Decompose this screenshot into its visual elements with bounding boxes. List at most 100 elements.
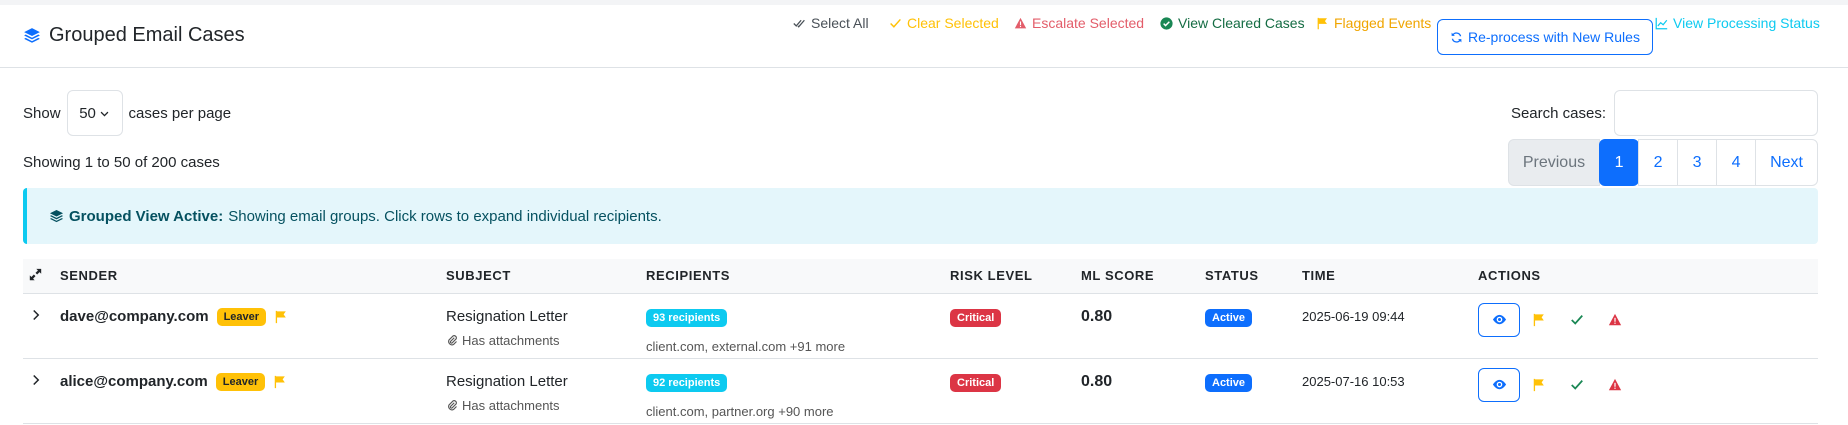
per-page-select[interactable]: 50 [66, 90, 123, 136]
actions-cell [1478, 358, 1818, 423]
recipients-list: client.com, partner.org +90 more [646, 403, 834, 419]
column-header-risk[interactable]: RISK LEVEL [950, 259, 1081, 293]
check-circle-icon [1160, 16, 1173, 30]
chart-line-icon [1655, 17, 1668, 29]
score-cell: 0.80 [1081, 358, 1205, 423]
status-cell: Active [1205, 358, 1302, 423]
time-cell: 2025-07-16 10:53 [1302, 358, 1478, 423]
risk-badge: Critical [950, 308, 1002, 327]
layers-icon [24, 27, 40, 43]
expand-cell[interactable] [23, 358, 60, 423]
card-header: Grouped Email Cases Select All Clear Sel… [0, 5, 1848, 68]
attachment-text: Has attachments [462, 332, 560, 348]
flagged-events-button[interactable]: Flagged Events [1316, 5, 1431, 41]
reprocess-label: Re-process with New Rules [1468, 29, 1640, 45]
check-icon [1571, 314, 1583, 325]
page-button-3[interactable]: 3 [1677, 139, 1718, 186]
leaver-badge: Leaver [216, 307, 267, 326]
subject-cell: Resignation Letter Has attachments [446, 293, 646, 358]
subject-cell: Resignation Letter Has attachments [446, 358, 646, 423]
pagination: Previous 1 2 3 4 Next [1507, 139, 1818, 186]
paperclip-icon [448, 335, 457, 346]
eye-icon [1492, 314, 1506, 325]
next-page-button[interactable]: Next [1755, 139, 1818, 186]
flag-button[interactable] [1520, 313, 1558, 327]
search-control: Search cases: [1511, 90, 1818, 136]
page-button-1[interactable]: 1 [1599, 139, 1640, 186]
escalate-button[interactable] [1596, 313, 1634, 327]
table-row[interactable]: dave@company.com Leaver Resignation Lett… [23, 293, 1818, 358]
escalate-selected-button[interactable]: Escalate Selected [1014, 5, 1144, 41]
expand-icon [29, 268, 42, 280]
refresh-icon [1451, 31, 1462, 43]
select-all-label: Select All [811, 15, 869, 31]
sender-email: alice@company.com [60, 373, 208, 390]
cases-table: SENDER SUBJECT RECIPIENTS RISK LEVEL ML … [23, 259, 1818, 424]
sender-cell: dave@company.com Leaver [60, 293, 446, 358]
sender-email: dave@company.com [60, 308, 209, 325]
column-header-actions: ACTIONS [1478, 268, 1541, 284]
recipients-badge: 93 recipients [646, 308, 728, 327]
warning-icon [1608, 378, 1622, 390]
clear-button[interactable] [1558, 313, 1596, 327]
page-button-2[interactable]: 2 [1638, 139, 1679, 186]
flag-icon [1317, 17, 1327, 29]
column-header-sender[interactable]: SENDER [60, 259, 446, 293]
subject-text: Resignation Letter [446, 372, 568, 390]
layers-icon [49, 209, 64, 222]
status-badge: Active [1205, 308, 1253, 327]
chevron-right-icon [33, 374, 40, 385]
page-size-control: Show 50 cases per page [23, 90, 231, 136]
page-button-4[interactable]: 4 [1716, 139, 1757, 186]
clear-button[interactable] [1558, 378, 1596, 392]
actions-cell [1478, 293, 1818, 358]
status-cell: Active [1205, 293, 1302, 358]
column-header-recipients[interactable]: RECIPIENTS [646, 259, 950, 293]
search-input[interactable] [1614, 90, 1818, 136]
previous-page-button[interactable]: Previous [1507, 139, 1601, 186]
flag-icon [274, 375, 286, 388]
escalate-button[interactable] [1596, 378, 1634, 392]
flag-button[interactable] [1520, 378, 1558, 392]
risk-cell: Critical [950, 293, 1081, 358]
ml-score: 0.80 [1081, 372, 1113, 390]
expand-all-header[interactable] [23, 259, 60, 293]
clear-selected-button[interactable]: Clear Selected [889, 5, 999, 41]
view-cleared-label: View Cleared Cases [1178, 15, 1305, 31]
grouped-view-alert: Grouped View Active: Showing email group… [23, 188, 1818, 244]
column-header-status[interactable]: STATUS [1205, 259, 1302, 293]
view-button[interactable] [1478, 367, 1520, 402]
column-header-subject[interactable]: SUBJECT [446, 259, 646, 293]
attachment-text: Has attachments [462, 397, 560, 413]
view-button[interactable] [1478, 302, 1520, 337]
warning-icon [1014, 17, 1027, 28]
page-title-text: Grouped Email Cases [49, 24, 245, 46]
page-title: Grouped Email Cases [23, 24, 245, 47]
flag-icon [1533, 378, 1544, 391]
column-header-time[interactable]: TIME [1302, 259, 1478, 293]
chevron-right-icon [33, 309, 40, 320]
time-text: 2025-06-19 09:44 [1302, 308, 1405, 324]
sender-cell: alice@company.com Leaver [60, 358, 446, 423]
alert-text: Showing email groups. Click rows to expa… [228, 207, 662, 225]
expand-cell[interactable] [23, 293, 60, 358]
subject-text: Resignation Letter [446, 307, 568, 325]
email-cases-card: Grouped Email Cases Select All Clear Sel… [0, 0, 1848, 425]
check-icon [1571, 379, 1583, 390]
per-page-value: 50 [79, 104, 96, 122]
processing-status-button[interactable]: View Processing Status [1655, 5, 1820, 41]
per-page-suffix: cases per page [128, 104, 232, 122]
recipients-list: client.com, external.com +91 more [646, 338, 846, 354]
attachment-meta: Has attachments [446, 333, 646, 348]
view-cleared-button[interactable]: View Cleared Cases [1160, 5, 1305, 41]
flagged-events-label: Flagged Events [1334, 15, 1432, 31]
column-header-ml-score[interactable]: ML SCORE [1081, 259, 1205, 293]
table-row[interactable]: alice@company.com Leaver Resignation Let… [23, 358, 1818, 423]
recipients-cell: 93 recipients client.com, external.com +… [646, 293, 950, 358]
show-label: Show [23, 104, 61, 122]
leaver-badge: Leaver [215, 372, 266, 391]
ml-score: 0.80 [1081, 307, 1113, 325]
select-all-button[interactable]: Select All [793, 5, 869, 41]
reprocess-button[interactable]: Re-process with New Rules [1437, 19, 1653, 55]
check-double-icon [793, 19, 805, 28]
